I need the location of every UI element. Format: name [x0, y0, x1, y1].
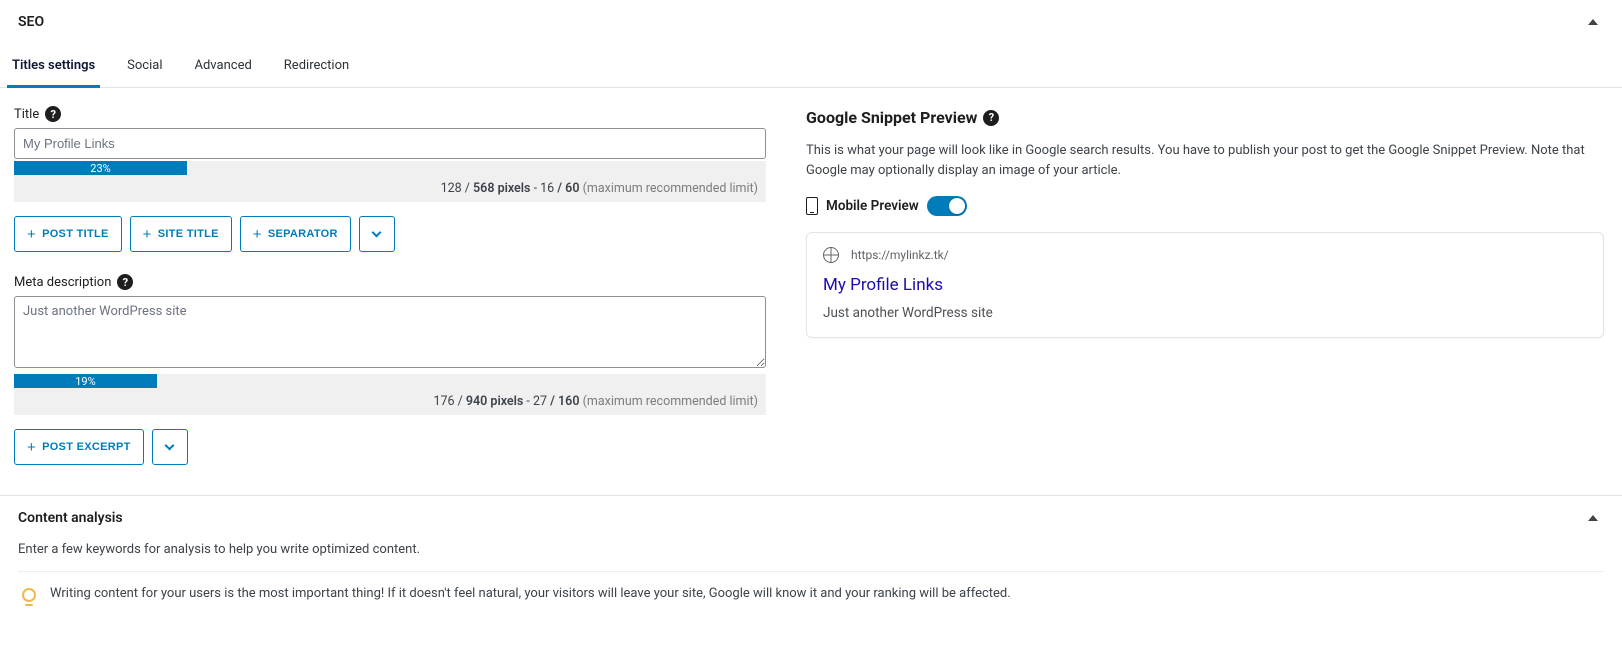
- title-input[interactable]: [14, 128, 766, 159]
- separator-button[interactable]: +SEPARATOR: [240, 216, 351, 252]
- help-icon[interactable]: ?: [983, 110, 999, 126]
- snippet-url: https://mylinkz.tk/: [851, 248, 949, 262]
- snippet-preview-heading: Google Snippet Preview ?: [806, 108, 1604, 127]
- tab-titles-settings[interactable]: Titles settings: [10, 52, 97, 87]
- plus-icon: +: [27, 226, 36, 243]
- help-icon[interactable]: ?: [45, 106, 61, 122]
- title-more-button[interactable]: [359, 216, 395, 252]
- snippet-title: My Profile Links: [823, 275, 1587, 295]
- globe-icon: [823, 247, 839, 263]
- chevron-down-icon: [372, 228, 382, 238]
- meta-progress: 19% 176 / 940 pixels - 27 / 160 (maximum…: [14, 374, 766, 415]
- seo-tabs: Titles settings Social Advanced Redirect…: [0, 38, 1622, 88]
- meta-desc-label: Meta description: [14, 275, 111, 290]
- plus-icon: +: [143, 226, 152, 243]
- tab-advanced[interactable]: Advanced: [193, 52, 254, 87]
- site-title-button[interactable]: +SITE TITLE: [130, 216, 232, 252]
- title-label: Title: [14, 107, 39, 122]
- title-limit-text: 128 / 568 pixels - 16 / 60 (maximum reco…: [14, 175, 766, 202]
- mobile-preview-label: Mobile Preview: [826, 198, 919, 214]
- plus-icon: +: [253, 226, 262, 243]
- help-icon[interactable]: ?: [117, 274, 133, 290]
- meta-more-button[interactable]: [152, 429, 188, 465]
- post-excerpt-button[interactable]: +POST EXCERPT: [14, 429, 144, 465]
- plus-icon: +: [27, 439, 36, 456]
- content-analysis-prompt: Enter a few keywords for analysis to hel…: [18, 542, 1604, 557]
- snippet-description: Just another WordPress site: [823, 305, 1587, 321]
- collapse-toggle-icon[interactable]: [1588, 515, 1598, 521]
- snippet-preview-desc: This is what your page will look like in…: [806, 141, 1604, 180]
- post-title-button[interactable]: +POST TITLE: [14, 216, 122, 252]
- meta-progress-bar: 19%: [14, 374, 157, 388]
- mobile-device-icon: [806, 197, 818, 215]
- lightbulb-icon: [22, 588, 36, 602]
- title-progress-bar: 23%: [14, 161, 187, 175]
- tab-social[interactable]: Social: [125, 52, 164, 87]
- chevron-down-icon: [165, 441, 175, 451]
- seo-panel-title: SEO: [18, 14, 44, 30]
- title-progress: 23% 128 / 568 pixels - 16 / 60 (maximum …: [14, 161, 766, 202]
- tab-redirection[interactable]: Redirection: [282, 52, 351, 87]
- content-analysis-heading: Content analysis: [18, 510, 123, 526]
- google-snippet-card: https://mylinkz.tk/ My Profile Links Jus…: [806, 232, 1604, 338]
- meta-limit-text: 176 / 940 pixels - 27 / 160 (maximum rec…: [14, 388, 766, 415]
- mobile-preview-toggle[interactable]: [927, 196, 967, 216]
- meta-desc-input[interactable]: [14, 296, 766, 368]
- collapse-toggle-icon[interactable]: [1588, 19, 1598, 25]
- content-analysis-hint: Writing content for your users is the mo…: [50, 586, 1011, 601]
